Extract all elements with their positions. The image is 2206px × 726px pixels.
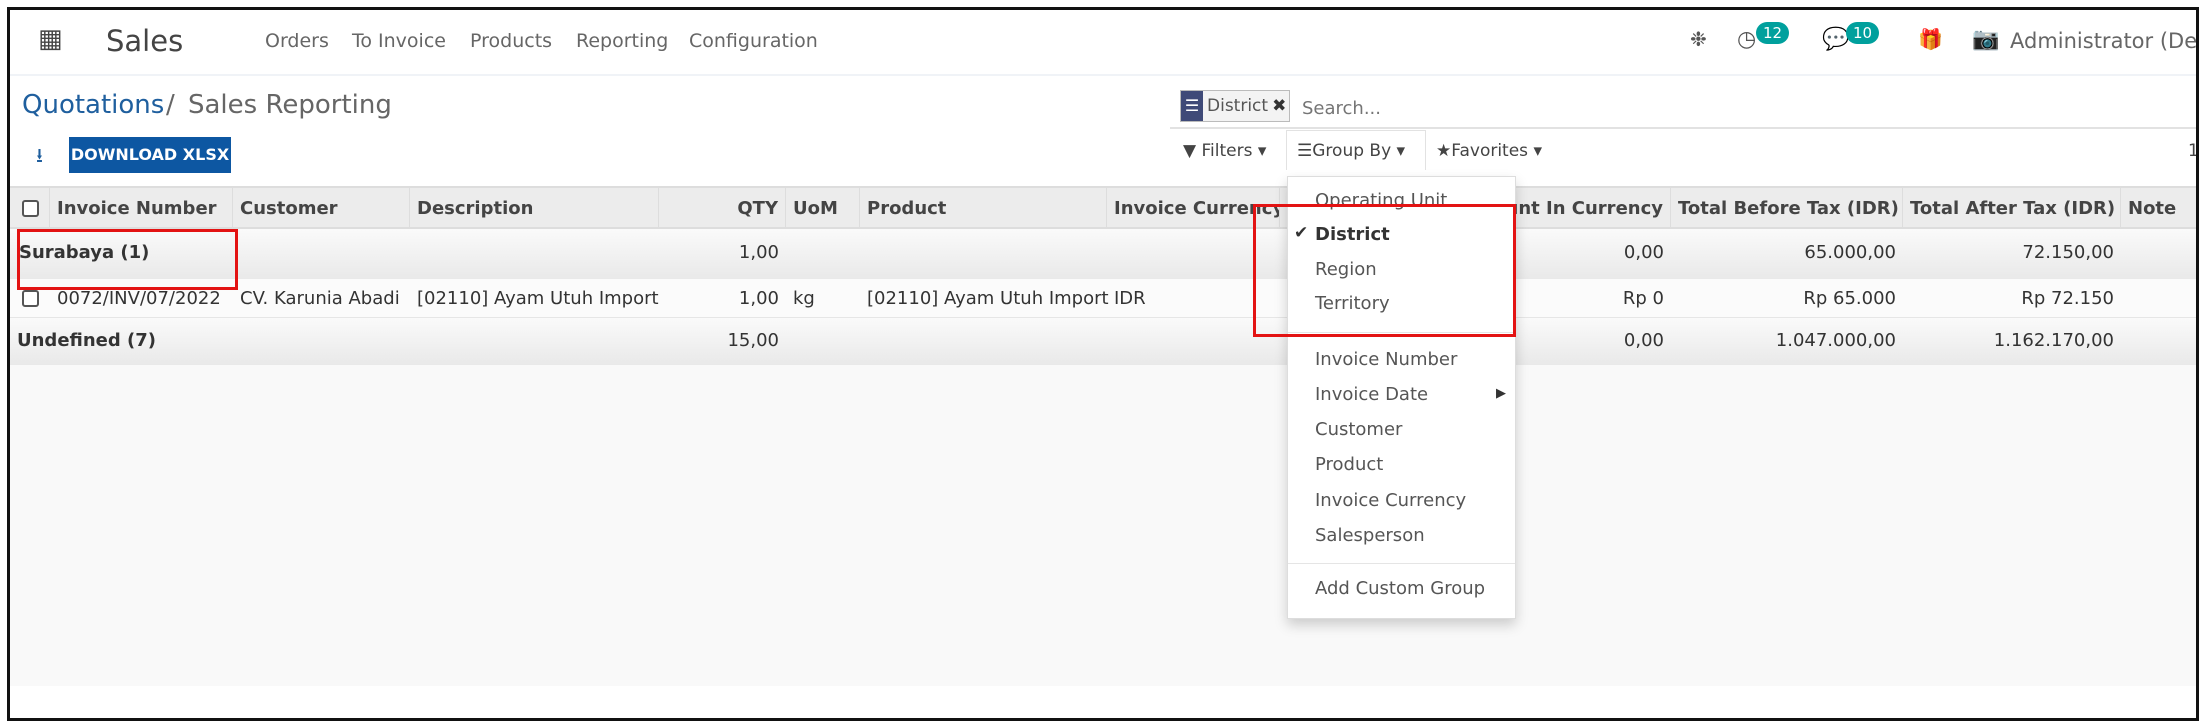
row-checkbox[interactable] [22, 290, 39, 307]
group-option-invoice-currency[interactable]: Invoice Currency [1315, 490, 1466, 511]
cell-description: [02110] Ayam Utuh Import [417, 288, 659, 309]
favorites-label: Favorites [1451, 141, 1529, 161]
group-option-product[interactable]: Product [1315, 454, 1383, 475]
caret-right-icon: ▶ [1496, 386, 1506, 401]
cell-customer: CV. Karunia Abadi [240, 288, 400, 309]
filters-label: Filters [1201, 141, 1253, 161]
favorites-button[interactable]: ★Favorites ▾ [1436, 141, 1542, 161]
group-option-customer[interactable]: Customer [1315, 419, 1402, 440]
group-after-tax: 72.150,00 [2022, 242, 2114, 263]
col-description[interactable]: Description [410, 188, 659, 229]
search-input[interactable] [1302, 94, 2182, 122]
filters-button[interactable]: ▼ Filters ▾ [1183, 141, 1266, 161]
group-row-undefined[interactable]: Undefined (7) 15,00 0,00 1.047.000,00 1.… [10, 318, 2196, 365]
user-menu[interactable]: Administrator (Dem [2010, 29, 2196, 53]
messages-badge: 10 [1846, 22, 1880, 44]
col-uom[interactable]: UoM [786, 188, 860, 229]
col-invoice-number[interactable]: Invoice Number [50, 188, 233, 229]
navbar: ▦ Sales Orders To Invoice Products Repor… [10, 10, 2196, 76]
download-icon[interactable]: ⭳ [36, 141, 43, 175]
cell-invoice-number: 0072/INV/07/2022 [57, 288, 221, 309]
highlight-box-group-label [17, 229, 238, 290]
group-qty: 15,00 [727, 330, 779, 351]
group-row-surabaya[interactable]: Surabaya (1) 1,00 0,00 65.000,00 72.150,… [10, 229, 2196, 279]
facet-remove-icon[interactable]: ✖ [1272, 96, 1289, 116]
group-option-invoice-date[interactable]: Invoice Date [1315, 384, 1428, 405]
col-product[interactable]: Product [860, 188, 1107, 229]
dropdown-divider [1288, 563, 1515, 564]
activity-badge: 12 [1756, 22, 1790, 44]
group-before-tax: 1.047.000,00 [1775, 330, 1896, 351]
col-note[interactable]: Note [2121, 188, 2196, 229]
table-row[interactable]: 0072/INV/07/2022 CV. Karunia Abadi [0211… [10, 279, 2196, 318]
star-icon: ★ [1436, 141, 1452, 161]
search-underline [1170, 127, 2196, 129]
menu-configuration[interactable]: Configuration [689, 30, 818, 52]
select-all-cell [10, 188, 50, 229]
group-by-button[interactable]: ☰Group By ▾ [1286, 130, 1426, 170]
table-empty-area [10, 365, 2196, 686]
menu-reporting[interactable]: Reporting [576, 30, 668, 52]
breadcrumb-current: Sales Reporting [188, 90, 392, 120]
cell-qty: 1,00 [738, 288, 779, 309]
apps-grid-icon[interactable]: ▦ [38, 24, 63, 54]
highlight-box-district-options [1253, 204, 1516, 337]
bug-icon[interactable]: ❉ [1690, 27, 1707, 51]
pager[interactable]: 1 [2188, 141, 2196, 161]
col-total-after-tax[interactable]: Total After Tax (IDR) [1903, 188, 2121, 229]
cell-product: [02110] Ayam Utuh Import [867, 288, 1109, 309]
group-after-tax: 1.162.170,00 [1993, 330, 2114, 351]
breadcrumb-separator: / [166, 90, 175, 120]
cell-uom: kg [793, 288, 815, 309]
group-option-salesperson[interactable]: Salesperson [1315, 525, 1425, 546]
group-by-label: Group By [1312, 141, 1392, 161]
group-by-toggle: ☰Group By ▾ [1297, 141, 1406, 161]
menu-orders[interactable]: Orders [265, 30, 329, 52]
camera-icon: 📷 [1972, 27, 2000, 52]
group-option-invoice-number[interactable]: Invoice Number [1315, 349, 1457, 370]
group-before-tax: 65.000,00 [1804, 242, 1896, 263]
cell-currency: IDR [1114, 288, 1146, 309]
facet-label: District [1207, 96, 1269, 116]
download-xlsx-button[interactable]: DOWNLOAD XLSX [69, 137, 231, 173]
breadcrumb-quotations[interactable]: Quotations [22, 90, 164, 120]
clock-icon[interactable]: ◷ [1737, 27, 1756, 52]
menu-products[interactable]: Products [470, 30, 552, 52]
list-icon: ☰ [1297, 141, 1313, 161]
filter-icon: ▼ [1183, 141, 1197, 161]
col-customer[interactable]: Customer [233, 188, 410, 229]
table-header: Invoice Number Customer Description QTY … [10, 186, 2196, 229]
group-label: Undefined (7) [17, 330, 157, 351]
app-window: ▦ Sales Orders To Invoice Products Repor… [7, 7, 2199, 721]
select-all-checkbox[interactable] [22, 200, 39, 217]
app-name[interactable]: Sales [106, 24, 183, 58]
cell-after-tax: Rp 72.150 [2021, 288, 2114, 309]
col-qty[interactable]: QTY [659, 188, 786, 229]
col-total-before-tax[interactable]: Total Before Tax (IDR) [1671, 188, 1903, 229]
group-qty: 1,00 [738, 242, 779, 263]
cell-before-tax: Rp 65.000 [1803, 288, 1896, 309]
search-facet-district: ☰ District ✖ [1180, 90, 1291, 122]
group-by-icon: ☰ [1181, 91, 1203, 121]
add-custom-group[interactable]: Add Custom Group [1315, 578, 1485, 599]
menu-to-invoice[interactable]: To Invoice [352, 30, 446, 52]
gift-icon[interactable]: 🎁 [1918, 27, 1943, 51]
